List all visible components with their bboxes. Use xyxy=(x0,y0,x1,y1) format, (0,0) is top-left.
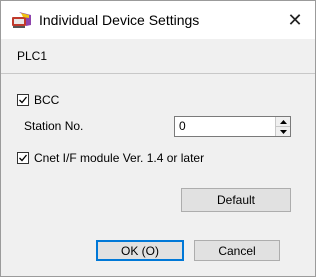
cnet-label: Cnet I/F module Ver. 1.4 or later xyxy=(34,151,205,165)
bcc-checkbox[interactable] xyxy=(17,94,29,106)
default-button[interactable]: Default xyxy=(181,188,291,212)
spin-buttons xyxy=(275,117,290,136)
title-bar[interactable]: Individual Device Settings ✕ xyxy=(1,1,315,39)
station-no-value[interactable]: 0 xyxy=(179,119,186,133)
cnet-checkbox-row[interactable]: Cnet I/F module Ver. 1.4 or later xyxy=(17,151,204,165)
window-title: Individual Device Settings xyxy=(39,12,200,28)
ok-button[interactable]: OK (O) xyxy=(96,240,184,261)
spin-up-arrow-icon xyxy=(279,119,287,124)
bcc-checkbox-row[interactable]: BCC xyxy=(17,93,59,107)
bcc-label: BCC xyxy=(34,93,60,107)
cancel-button[interactable]: Cancel xyxy=(194,240,280,261)
check-icon xyxy=(19,154,28,162)
station-no-label: Station No. xyxy=(24,119,84,133)
station-no-spinbox[interactable]: 0 xyxy=(174,116,291,137)
spin-up-button[interactable] xyxy=(276,117,290,126)
device-name: PLC1 xyxy=(17,49,48,63)
check-icon xyxy=(19,96,28,104)
dialog-window: Individual Device Settings ✕ PLC1 BCC St… xyxy=(0,0,316,277)
close-button[interactable]: ✕ xyxy=(275,1,315,39)
cnet-checkbox[interactable] xyxy=(17,152,29,164)
spin-down-arrow-icon xyxy=(279,129,287,134)
spin-down-button[interactable] xyxy=(276,126,290,136)
close-icon: ✕ xyxy=(287,9,303,30)
device-settings-icon xyxy=(11,11,33,29)
device-header: PLC1 xyxy=(1,39,315,74)
